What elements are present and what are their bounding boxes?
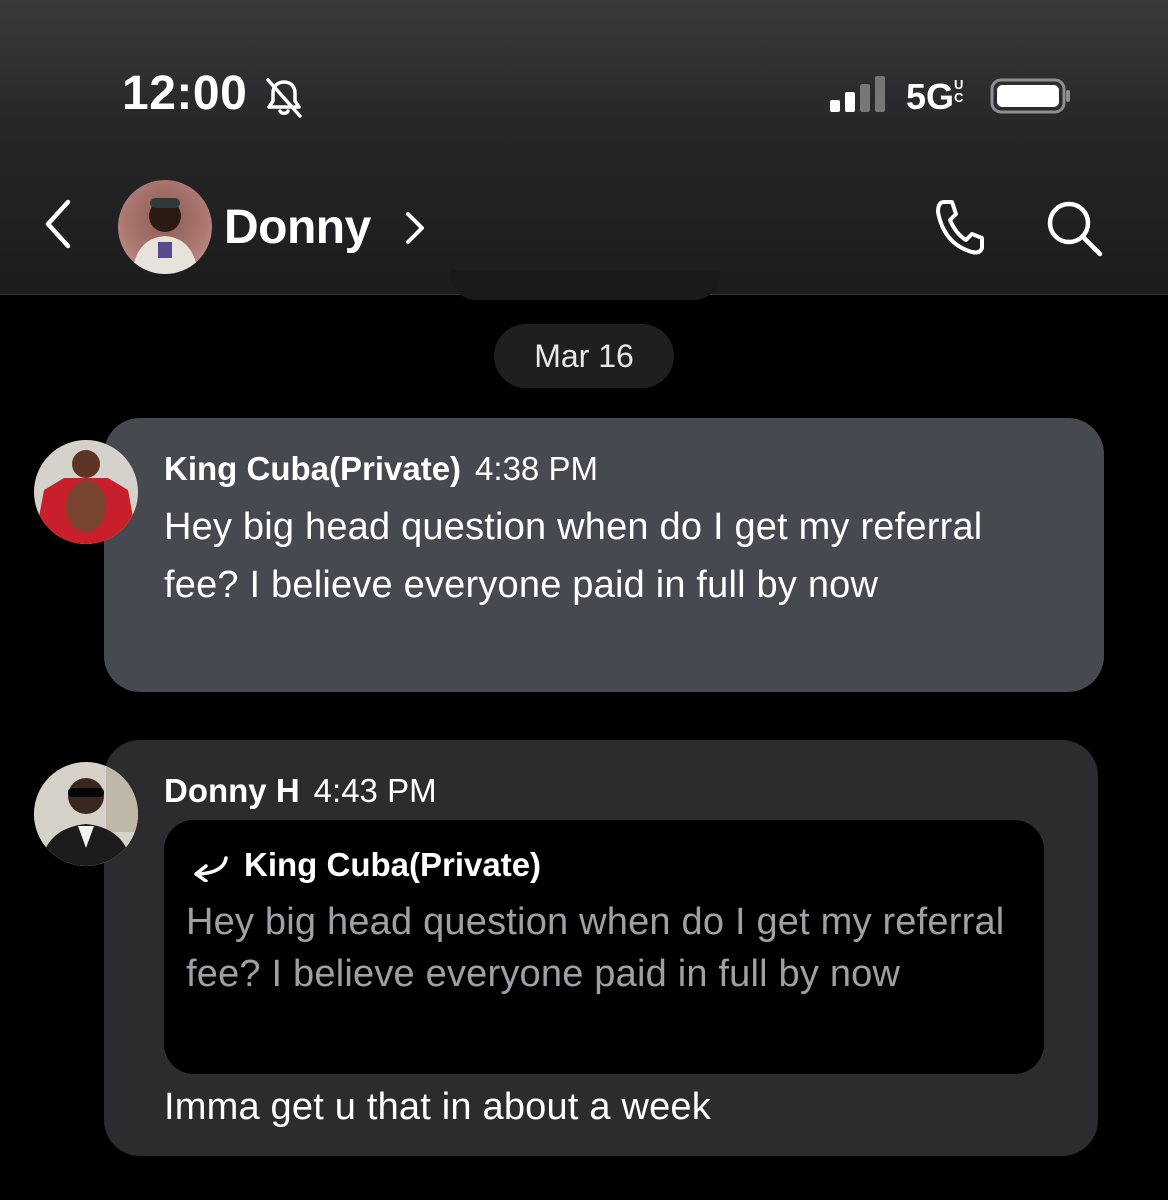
message-sender: Donny H 4:43 PM <box>164 772 437 810</box>
quoted-text: Hey big head question when do I get my r… <box>186 901 1005 995</box>
sender-avatar-image <box>34 440 138 544</box>
phone-icon[interactable] <box>930 196 986 258</box>
sender-avatar[interactable] <box>34 440 138 544</box>
bell-muted-icon <box>266 78 302 118</box>
message-text: Imma get u that in about a week <box>164 1086 711 1128</box>
battery-icon <box>990 78 1070 114</box>
sender-avatar-image <box>34 762 138 866</box>
signal-icon <box>830 76 885 112</box>
network-label: 5G <box>906 76 955 117</box>
sender-avatar[interactable] <box>34 762 138 866</box>
sender-name: Donny H <box>164 772 300 809</box>
contact-name[interactable]: Donny <box>224 200 371 255</box>
top-bar: 12:00 5G UC Donny <box>0 0 1168 295</box>
date-divider: Mar 16 <box>494 324 674 388</box>
back-arrow-icon[interactable] <box>40 198 76 250</box>
message-time: 4:38 PM <box>475 450 598 487</box>
message-sender: King Cuba(Private) 4:38 PM <box>164 450 598 488</box>
sender-name: King Cuba(Private) <box>164 450 462 487</box>
network-suffix: UC <box>954 77 964 105</box>
reply-arrow-icon <box>194 856 228 882</box>
status-time: 12:00 <box>122 67 248 120</box>
previous-message-edge <box>450 270 720 300</box>
chevron-right-icon[interactable] <box>402 210 428 246</box>
search-icon[interactable] <box>1044 198 1104 258</box>
message-text: Hey big head question when do I get my r… <box>164 506 983 606</box>
contact-avatar[interactable] <box>118 180 212 274</box>
message-time: 4:43 PM <box>313 772 437 809</box>
contact-avatar-image <box>132 198 198 274</box>
quoted-sender: King Cuba(Private) <box>244 846 542 883</box>
